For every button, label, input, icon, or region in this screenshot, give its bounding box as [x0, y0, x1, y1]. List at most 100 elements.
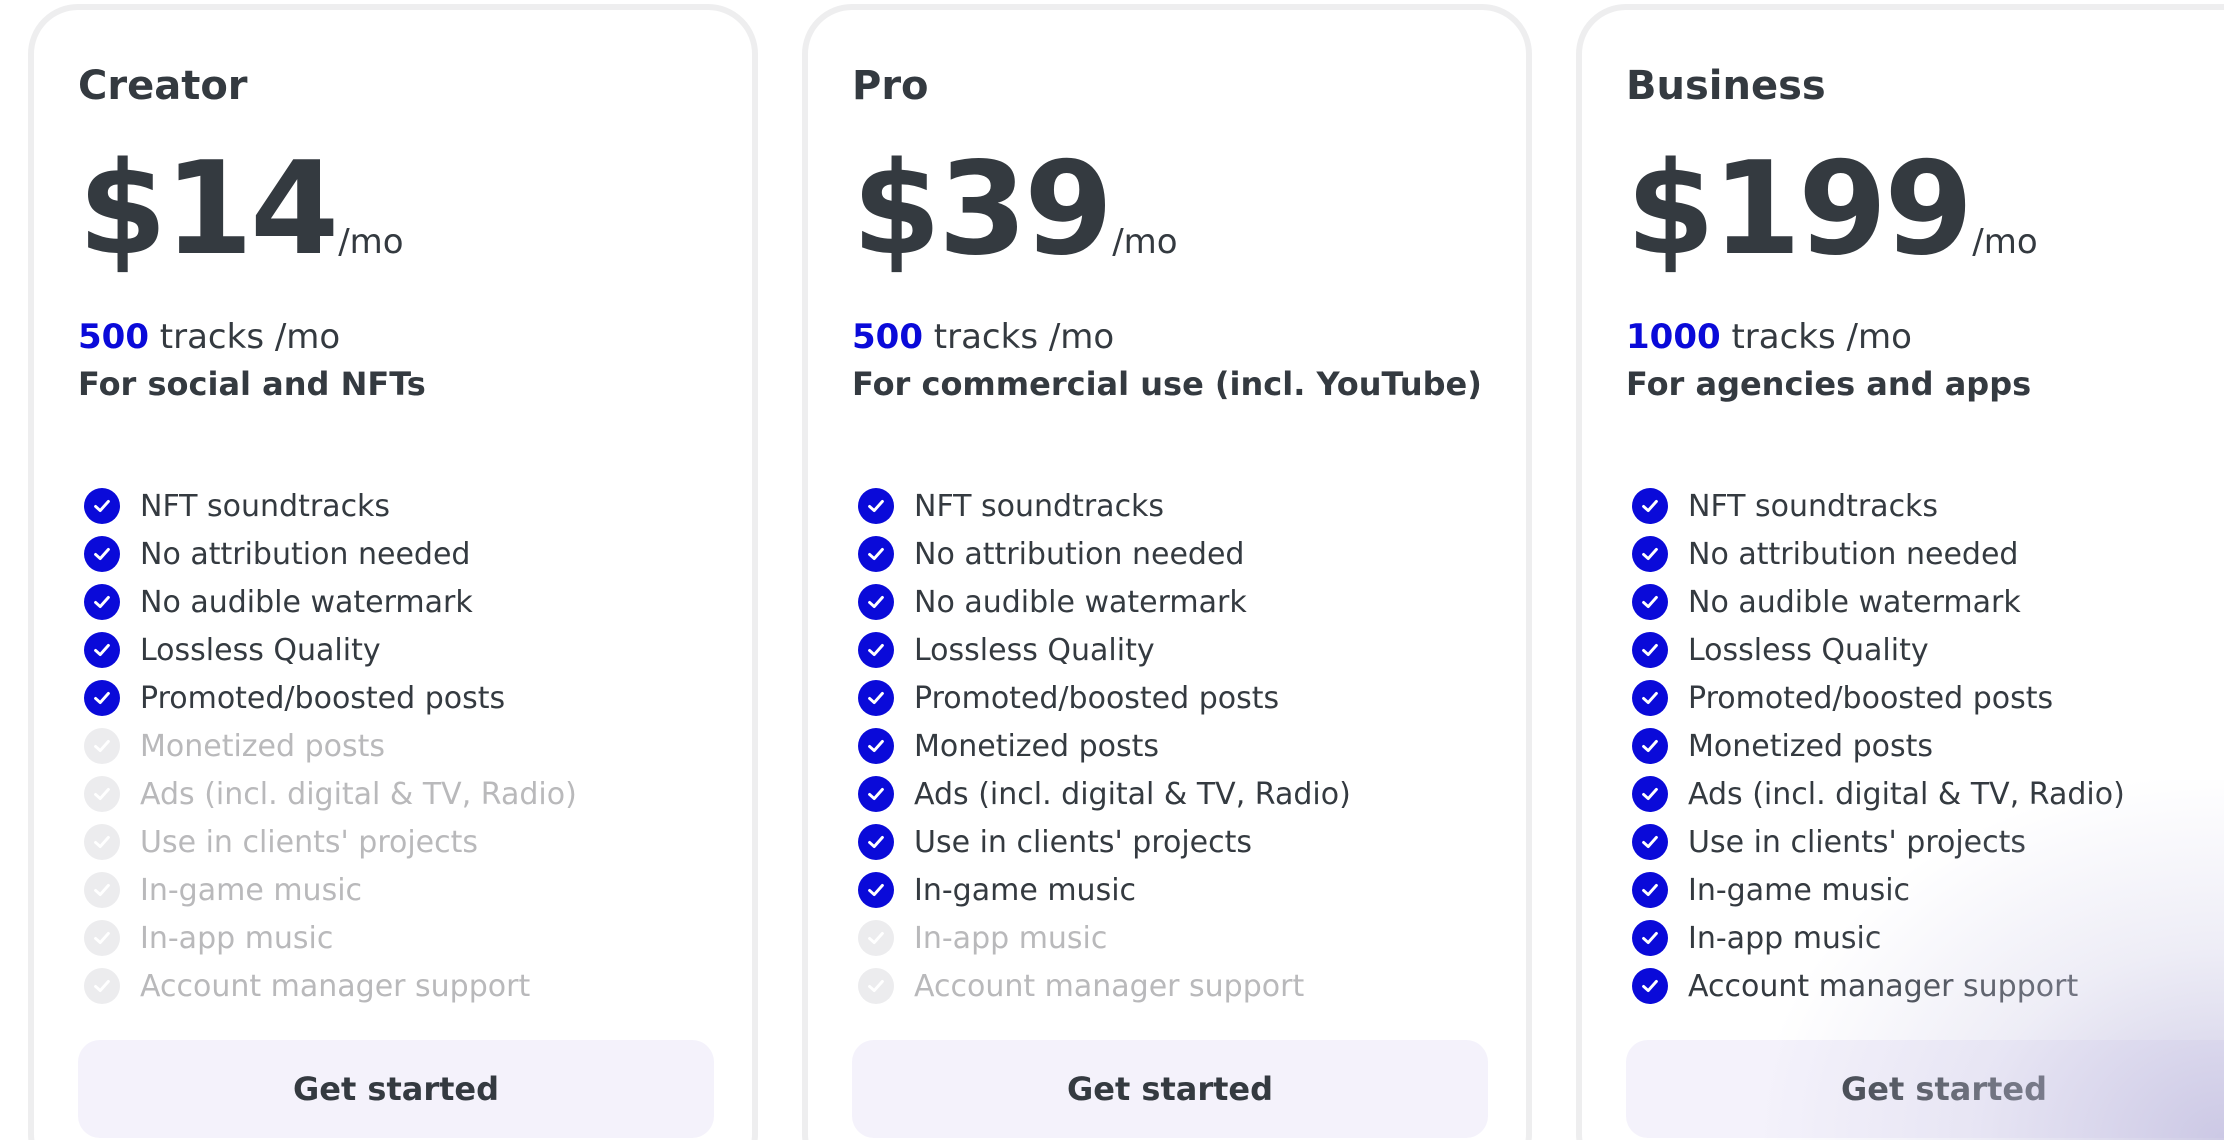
feature-list: NFT soundtracks No attribution needed No a… [852, 482, 1488, 1010]
feature-list: NFT soundtracks No attribution needed No a… [1626, 482, 2224, 1010]
check-circle-icon [84, 584, 120, 620]
price-period: /mo [338, 222, 404, 262]
check-circle-icon [1632, 824, 1668, 860]
feature-item: Use in clients' projects [1626, 818, 2224, 866]
check-circle-icon [1632, 872, 1668, 908]
feature-item: Account manager support [1626, 962, 2224, 1010]
feature-item: No attribution needed [78, 530, 714, 578]
feature-label: Monetized posts [1688, 728, 1934, 764]
feature-label: In-app music [1688, 920, 1882, 956]
feature-item: Ads (incl. digital & TV, Radio) [78, 770, 714, 818]
plan-audience: For commercial use (incl. YouTube) [852, 365, 1482, 403]
feature-item: Account manager support [78, 962, 714, 1010]
check-circle-icon [1632, 488, 1668, 524]
plan-audience: For agencies and apps [1626, 365, 2032, 403]
feature-label: Use in clients' projects [140, 824, 479, 860]
check-circle-disabled-icon [84, 824, 120, 860]
check-circle-disabled-icon [858, 920, 894, 956]
price-row: $14 /mo [78, 135, 714, 284]
feature-label: No attribution needed [1688, 536, 2019, 572]
price-row: $199 /mo [1626, 135, 2224, 284]
price-row: $39 /mo [852, 135, 1488, 284]
feature-item: In-app music [78, 914, 714, 962]
check-circle-icon [858, 824, 894, 860]
get-started-button-creator[interactable]: Get started [78, 1040, 714, 1138]
tracks-count: 500 [78, 317, 149, 357]
feature-label: Lossless Quality [914, 632, 1155, 668]
get-started-button-business[interactable]: Get started [1626, 1040, 2224, 1138]
pricing-page: Creator $14 /mo 500 tracks /mo For socia… [0, 0, 2224, 1140]
feature-item: No audible watermark [1626, 578, 2224, 626]
check-circle-icon [858, 776, 894, 812]
feature-item: In-game music [1626, 866, 2224, 914]
plan-name: Creator [78, 63, 248, 109]
check-circle-disabled-icon [84, 968, 120, 1004]
check-circle-icon [1632, 536, 1668, 572]
plan-price: $199 [1626, 135, 1973, 284]
pricing-cards: Creator $14 /mo 500 tracks /mo For socia… [28, 4, 2224, 1140]
tracks-allowance: 500 tracks /mo [852, 320, 1488, 354]
check-circle-disabled-icon [84, 872, 120, 908]
feature-item: No attribution needed [1626, 530, 2224, 578]
price-period: /mo [1972, 222, 2038, 262]
plan-name: Business [1626, 63, 1826, 109]
tracks-suffix: tracks /mo [1720, 317, 1912, 357]
plan-name: Pro [852, 63, 929, 109]
tracks-count: 1000 [1626, 317, 1721, 357]
check-circle-icon [858, 536, 894, 572]
check-circle-icon [1632, 584, 1668, 620]
feature-list: NFT soundtracks No attribution needed No a… [78, 482, 714, 1010]
feature-item: No audible watermark [78, 578, 714, 626]
check-circle-disabled-icon [84, 728, 120, 764]
check-circle-disabled-icon [84, 920, 120, 956]
feature-label: Ads (incl. digital & TV, Radio) [140, 776, 577, 812]
feature-label: Monetized posts [140, 728, 386, 764]
check-circle-icon [1632, 728, 1668, 764]
feature-item: No audible watermark [852, 578, 1488, 626]
get-started-button-pro[interactable]: Get started [852, 1040, 1488, 1138]
feature-label: NFT soundtracks [1688, 488, 1939, 524]
tracks-count: 500 [852, 317, 923, 357]
feature-label: Account manager support [914, 968, 1305, 1004]
feature-label: Promoted/boosted posts [1688, 680, 2054, 716]
feature-label: In-game music [1688, 872, 1911, 908]
feature-item: Ads (incl. digital & TV, Radio) [1626, 770, 2224, 818]
check-circle-icon [1632, 776, 1668, 812]
feature-item: In-app music [1626, 914, 2224, 962]
check-circle-icon [84, 488, 120, 524]
plan-card-creator: Creator $14 /mo 500 tracks /mo For socia… [28, 4, 758, 1140]
feature-item: Lossless Quality [78, 626, 714, 674]
feature-label: No attribution needed [140, 536, 471, 572]
check-circle-icon [858, 680, 894, 716]
feature-item: Lossless Quality [1626, 626, 2224, 674]
check-circle-icon [84, 680, 120, 716]
feature-item: No attribution needed [852, 530, 1488, 578]
check-circle-icon [1632, 632, 1668, 668]
feature-label: No audible watermark [140, 584, 473, 620]
feature-item: Promoted/boosted posts [1626, 674, 2224, 722]
feature-label: In-game music [140, 872, 363, 908]
check-circle-icon [1632, 680, 1668, 716]
plan-price: $14 [78, 135, 339, 284]
feature-item: Lossless Quality [852, 626, 1488, 674]
plan-card-business: Business $199 /mo 1000 tracks /mo For ag… [1576, 4, 2224, 1140]
check-circle-icon [84, 536, 120, 572]
plan-card-pro: Pro $39 /mo 500 tracks /mo For commercia… [802, 4, 1532, 1140]
check-circle-disabled-icon [84, 776, 120, 812]
check-circle-icon [84, 632, 120, 668]
feature-label: Account manager support [1688, 968, 2079, 1004]
feature-item: Use in clients' projects [78, 818, 714, 866]
feature-item: Ads (incl. digital & TV, Radio) [852, 770, 1488, 818]
feature-label: Lossless Quality [1688, 632, 1929, 668]
check-circle-icon [1632, 968, 1668, 1004]
feature-label: No audible watermark [1688, 584, 2021, 620]
check-circle-icon [1632, 920, 1668, 956]
feature-item: NFT soundtracks [78, 482, 714, 530]
feature-item: Monetized posts [852, 722, 1488, 770]
check-circle-icon [858, 728, 894, 764]
plan-price: $39 [852, 135, 1113, 284]
tracks-suffix: tracks /mo [148, 317, 341, 357]
feature-label: NFT soundtracks [914, 488, 1165, 524]
feature-item: NFT soundtracks [1626, 482, 2224, 530]
feature-label: Ads (incl. digital & TV, Radio) [1688, 776, 2125, 812]
